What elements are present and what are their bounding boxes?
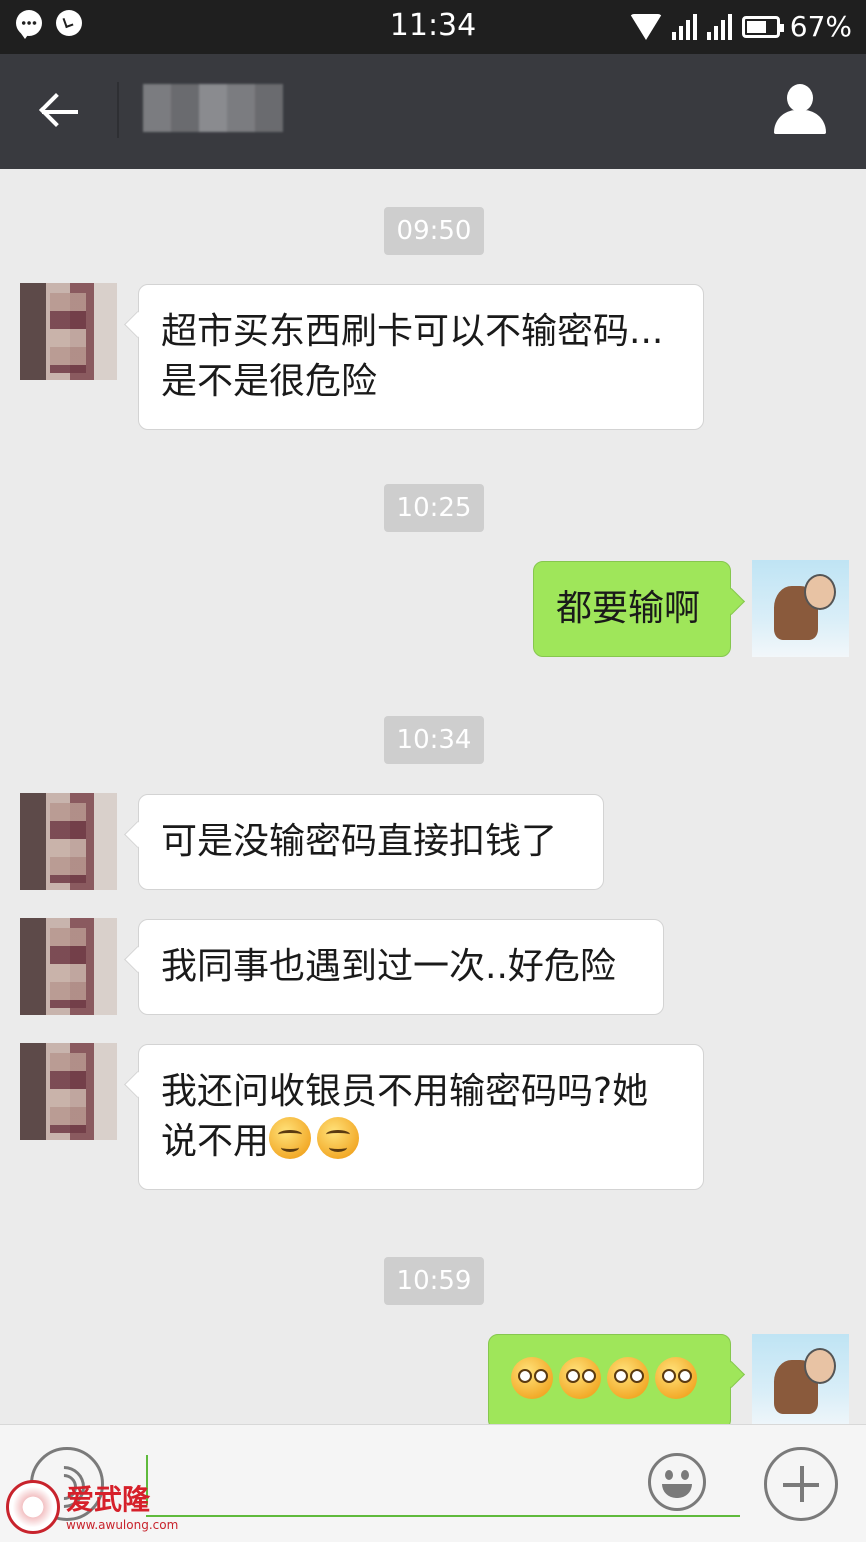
message-bubble-sent[interactable] <box>488 1334 731 1424</box>
message-text: 都要输啊 <box>556 588 701 629</box>
smirk-emoji <box>317 1117 360 1159</box>
timestamp: 09:50 <box>384 207 484 255</box>
contact-avatar[interactable] <box>20 918 117 1015</box>
message-bubble-received[interactable]: 我同事也遇到过一次..好危险 <box>138 919 664 1015</box>
smirk-emoji <box>269 1117 312 1159</box>
message-bubble-received[interactable]: 我还问收银员不用输密码吗?她说不用 <box>138 1044 704 1190</box>
dragon-seal-icon <box>6 1480 60 1534</box>
my-avatar[interactable] <box>752 560 849 657</box>
pleading-emoji <box>607 1357 649 1399</box>
signal-icon <box>706 13 732 40</box>
signal-icon <box>671 13 697 40</box>
message-text: 超市买东西刷卡可以不输密码...是不是很危险 <box>161 311 664 402</box>
battery-icon <box>741 15 784 38</box>
status-bar: 11:34 67% <box>0 0 866 54</box>
profile-icon[interactable] <box>774 84 826 136</box>
title-divider <box>117 82 119 138</box>
watermark-logo: 爱武隆 www.awulong.com <box>4 1478 178 1538</box>
wifi-icon <box>629 13 662 40</box>
system-icons: 67% <box>629 10 852 43</box>
chat-title <box>143 84 283 132</box>
my-avatar[interactable] <box>752 1334 849 1424</box>
timestamp: 10:59 <box>384 1257 484 1305</box>
emoji-icon[interactable] <box>648 1453 706 1511</box>
message-bubble-sent[interactable]: 都要输啊 <box>533 561 731 657</box>
title-bar <box>0 54 866 169</box>
message-text: 可是没输密码直接扣钱了 <box>161 821 558 862</box>
battery-percent: 67% <box>789 10 852 43</box>
message-bubble-received[interactable]: 可是没输密码直接扣钱了 <box>138 794 604 890</box>
contact-avatar[interactable] <box>20 793 117 890</box>
contact-avatar[interactable] <box>20 1043 117 1140</box>
pleading-emoji <box>655 1357 697 1399</box>
message-text: 我还问收银员不用输密码吗?她说不用 <box>161 1071 649 1162</box>
watermark-name: 爱武隆 <box>66 1483 151 1516</box>
message-text: 我同事也遇到过一次..好危险 <box>161 946 616 987</box>
pleading-emoji <box>559 1357 601 1399</box>
contact-avatar[interactable] <box>20 283 117 380</box>
chat-area[interactable]: 09:50 超市买东西刷卡可以不输密码...是不是很危险 10:25 都要输啊 … <box>0 169 866 1424</box>
timestamp: 10:25 <box>384 484 484 532</box>
watermark-url: www.awulong.com <box>66 1518 179 1532</box>
pleading-emoji <box>511 1357 553 1399</box>
timestamp: 10:34 <box>384 716 484 764</box>
plus-icon[interactable] <box>764 1447 838 1521</box>
back-arrow-icon[interactable] <box>24 84 84 140</box>
message-bubble-received[interactable]: 超市买东西刷卡可以不输密码...是不是很危险 <box>138 284 704 430</box>
